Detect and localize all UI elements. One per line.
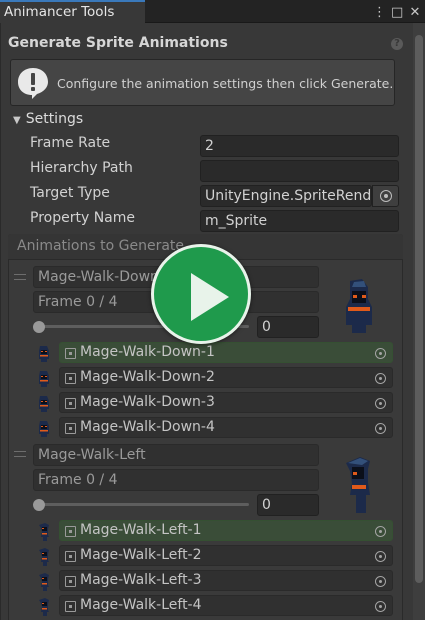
sprite-icon [65,398,76,409]
maximize-icon[interactable]: □ [391,5,403,20]
kebab-menu-icon[interactable]: ⋮ [373,5,386,20]
sprite-icon [65,373,76,384]
sprite-name: Mage-Walk-Down-3 [80,394,215,410]
tool-panel: Generate Sprite Animations ? Configure t… [0,23,425,620]
sprite-name: Mage-Walk-Down-1 [80,344,215,360]
mage-down-thumbnail-icon [39,396,49,412]
sprite-field[interactable]: Mage-Walk-Left-4 [59,595,393,616]
play-icon [191,273,229,321]
close-icon[interactable]: ✕ [409,5,421,20]
sprite-name: Mage-Walk-Down-4 [80,419,215,435]
sprite-field[interactable]: Mage-Walk-Down-1 [59,342,393,363]
tab-icons: ⋮ □ ✕ [373,2,421,22]
sprite-row[interactable]: Mage-Walk-Left-4 [33,595,395,617]
helpbox-message: Configure the animation settings then cl… [57,76,394,91]
mage-down-thumbnail-icon [39,421,49,437]
target-type-field[interactable]: UnityEngine.SpriteRenderer [200,185,372,207]
sprite-field[interactable]: Mage-Walk-Left-1 [59,520,393,541]
mage-down-thumbnail-icon [39,346,49,362]
drag-handle-icon[interactable] [14,451,26,457]
object-picker-icon[interactable] [375,576,386,587]
sprite-field[interactable]: Mage-Walk-Down-2 [59,367,393,388]
sprite-name: Mage-Walk-Left-2 [80,547,202,563]
sprite-field[interactable]: Mage-Walk-Down-4 [59,417,393,438]
frame-slider-track[interactable] [39,503,249,506]
sprite-row[interactable]: Mage-Walk-Down-2 [33,367,395,389]
tab-animancer-tools[interactable]: Animancer Tools [0,0,145,23]
mage-left-thumbnail-icon [39,573,49,591]
target-type-picker-icon[interactable] [372,185,399,207]
sprite-field[interactable]: Mage-Walk-Down-3 [59,392,393,413]
target-type-label: Target Type [30,185,110,201]
foldout-arrow-icon: ▼ [13,115,21,126]
frame-rate-label: Frame Rate [30,135,111,151]
property-name-label: Property Name [30,210,135,226]
sprite-row[interactable]: Mage-Walk-Down-4 [33,417,395,439]
frame-rate-field[interactable]: 2 [200,135,399,157]
mage-left-thumbnail-icon [39,598,49,616]
mage-left-thumbnail-icon [39,548,49,566]
object-picker-icon[interactable] [375,373,386,384]
object-picker-icon[interactable] [375,398,386,409]
sprite-name: Mage-Walk-Left-3 [80,572,202,588]
sprite-row[interactable]: Mage-Walk-Down-1 [33,342,395,364]
sprite-field[interactable]: Mage-Walk-Left-2 [59,545,393,566]
frame-slider-value[interactable]: 0 [257,316,319,338]
frame-counter-field: Frame 0 / 4 [33,469,319,491]
settings-foldout-label: Settings [25,111,84,127]
mage-down-thumbnail-icon [39,371,49,387]
info-helpbox: Configure the animation settings then cl… [10,59,395,106]
scrollbar-thumb[interactable] [415,35,423,583]
sprite-field[interactable]: Mage-Walk-Left-3 [59,570,393,591]
property-name-field[interactable]: m_Sprite [200,210,399,232]
settings-foldout[interactable]: ▼ Settings [13,111,83,127]
help-icon[interactable]: ? [391,38,403,50]
vertical-scrollbar[interactable] [413,23,425,620]
sprite-icon [65,601,76,612]
sprite-icon [65,348,76,359]
sprite-name: Mage-Walk-Left-4 [80,597,202,613]
info-icon [18,68,48,99]
sprite-name: Mage-Walk-Left-1 [80,522,202,538]
object-picker-icon[interactable] [375,526,386,537]
sprite-row[interactable]: Mage-Walk-Left-1 [33,520,395,542]
tab-bar: Animancer Tools ⋮ □ ✕ [0,0,425,23]
drag-handle-icon[interactable] [14,274,26,280]
play-button[interactable] [151,244,251,344]
frame-slider-value[interactable]: 0 [257,494,319,516]
mage-down-preview-icon [346,279,372,333]
frame-slider-thumb[interactable] [33,499,45,511]
sprite-icon [65,526,76,537]
object-picker-icon[interactable] [375,348,386,359]
object-picker-icon[interactable] [375,601,386,612]
mage-left-thumbnail-icon [39,523,49,541]
sprite-icon [65,423,76,434]
animation-name-field[interactable]: Mage-Walk-Left [33,444,319,466]
sprite-row[interactable]: Mage-Walk-Left-2 [33,545,395,567]
panel-title: Generate Sprite Animations [8,35,228,51]
sprite-icon [65,576,76,587]
sprite-row[interactable]: Mage-Walk-Down-3 [33,392,395,414]
object-picker-icon[interactable] [375,423,386,434]
hierarchy-path-field[interactable] [200,160,399,182]
frame-slider-thumb[interactable] [33,321,45,333]
object-picker-icon[interactable] [375,551,386,562]
sprite-name: Mage-Walk-Down-2 [80,369,215,385]
animations-list-title: Animations to Generate [17,238,185,254]
sprite-icon [65,551,76,562]
hierarchy-path-label: Hierarchy Path [30,160,133,176]
mage-left-preview-icon [346,457,370,513]
sprite-row[interactable]: Mage-Walk-Left-3 [33,570,395,592]
